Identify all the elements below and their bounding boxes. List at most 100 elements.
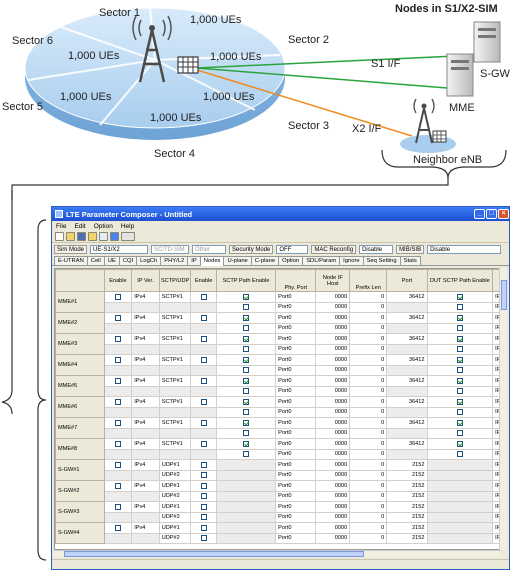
security-mode-select[interactable]: OFF <box>276 244 309 254</box>
prefix-cell[interactable]: 0 <box>349 385 388 397</box>
enable-cell[interactable] <box>103 396 133 408</box>
enable2-cell[interactable] <box>190 480 217 492</box>
phy-port-cell[interactable]: Port0 <box>275 480 317 492</box>
prefix-cell[interactable]: 0 <box>349 312 388 324</box>
enable-checkbox[interactable] <box>114 314 121 321</box>
minimize-button[interactable]: _ <box>474 209 485 219</box>
enable-cell[interactable] <box>103 354 133 366</box>
dut-sctp-cell[interactable] <box>426 427 494 439</box>
sctp-cell[interactable]: SCTP#1 <box>158 417 192 429</box>
port-cell[interactable]: 36412 <box>386 333 428 345</box>
enable-checkbox[interactable] <box>114 356 121 363</box>
dut-sctp-checkbox[interactable] <box>456 356 463 363</box>
phy-port-cell[interactable]: Port0 <box>275 364 317 376</box>
dut-sctp-checkbox[interactable] <box>456 398 463 405</box>
udp-cell[interactable]: UDP#2 <box>158 532 192 544</box>
phy-port-cell[interactable]: Port0 <box>275 532 317 544</box>
prefix-cell[interactable]: 0 <box>349 406 388 418</box>
dut-sctp-cell[interactable] <box>426 343 494 355</box>
dut-sctp-cell[interactable] <box>426 301 494 313</box>
menu-file[interactable]: File <box>56 223 66 230</box>
sctp-path-cell[interactable] <box>215 291 277 303</box>
sctp-cell[interactable]: SCTP#1 <box>158 438 192 450</box>
mib-sib-select[interactable]: Disable <box>427 244 502 254</box>
host-cell[interactable]: 0000 <box>315 354 351 366</box>
prefix-cell[interactable]: 0 <box>349 501 388 513</box>
ipver-cell[interactable]: IPv4 <box>131 312 160 324</box>
port-cell[interactable]: 2152 <box>386 480 428 492</box>
enable-checkbox[interactable] <box>114 482 121 489</box>
port-cell[interactable]: 36412 <box>386 438 428 450</box>
sctp-path-cell[interactable] <box>215 333 277 345</box>
prefix-cell[interactable]: 0 <box>349 522 388 534</box>
sctp-path-cell[interactable] <box>215 375 277 387</box>
tab-e-utran[interactable]: E-UTRAN <box>54 256 88 265</box>
dut-sctp-cell[interactable] <box>426 312 494 324</box>
dut-sctp-checkbox[interactable] <box>456 346 463 352</box>
mac-reconfig-select[interactable]: Disable <box>359 244 394 254</box>
enable2-cell[interactable] <box>190 333 217 345</box>
port-cell[interactable]: 2152 <box>386 532 428 544</box>
dut-sctp-checkbox[interactable] <box>456 440 463 447</box>
sctp-path-checkbox[interactable] <box>243 388 250 394</box>
host-cell[interactable]: 0000 <box>315 312 351 324</box>
phy-port-cell[interactable]: Port0 <box>275 343 317 355</box>
enable2-cell[interactable] <box>190 501 217 513</box>
vertical-scrollbar[interactable] <box>499 268 507 550</box>
port-cell[interactable]: 36412 <box>386 417 428 429</box>
export-icon[interactable] <box>88 232 97 241</box>
host-cell[interactable]: 0000 <box>315 469 351 481</box>
tab-logch[interactable]: LogCh <box>136 256 162 265</box>
dut-sctp-cell[interactable] <box>426 364 494 376</box>
enable2-checkbox[interactable] <box>200 356 207 363</box>
save-icon[interactable] <box>77 232 86 241</box>
prefix-cell[interactable]: 0 <box>349 511 388 523</box>
phy-port-cell[interactable]: Port0 <box>275 354 317 366</box>
host-cell[interactable]: 0000 <box>315 511 351 523</box>
tab-option[interactable]: Option <box>278 256 304 265</box>
enable-checkbox[interactable] <box>114 419 121 426</box>
enable-cell[interactable] <box>103 375 133 387</box>
dut-sctp-cell[interactable] <box>426 385 494 397</box>
sctp-path-checkbox[interactable] <box>243 325 250 331</box>
ipver-cell[interactable]: IPv4 <box>131 417 160 429</box>
enable-checkbox[interactable] <box>114 503 121 510</box>
sctp-path-checkbox[interactable] <box>243 409 250 415</box>
port-cell[interactable]: 2152 <box>386 469 428 481</box>
host-cell[interactable]: 0000 <box>315 438 351 450</box>
phy-port-cell[interactable]: Port0 <box>275 469 317 481</box>
host-cell[interactable]: 0000 <box>315 343 351 355</box>
udp-cell[interactable]: UDP#1 <box>158 522 192 534</box>
host-cell[interactable]: 0000 <box>315 427 351 439</box>
udp-cell[interactable]: UDP#1 <box>158 459 192 471</box>
enable-checkbox[interactable] <box>114 440 121 447</box>
sctp-path-cell[interactable] <box>215 301 277 313</box>
prefix-cell[interactable]: 0 <box>349 301 388 313</box>
dut-sctp-checkbox[interactable] <box>456 367 463 373</box>
enable2-cell[interactable] <box>190 291 217 303</box>
host-cell[interactable]: 0000 <box>315 301 351 313</box>
tab-ip[interactable]: IP <box>187 256 201 265</box>
dut-sctp-cell[interactable] <box>426 375 494 387</box>
enable2-checkbox[interactable] <box>200 493 207 499</box>
enable2-cell[interactable] <box>190 438 217 450</box>
phy-port-cell[interactable]: Port0 <box>275 333 317 345</box>
phy-port-cell[interactable]: Port0 <box>275 448 317 460</box>
sctp-path-checkbox[interactable] <box>243 430 250 436</box>
menu-help[interactable]: Help <box>121 223 134 230</box>
enable2-cell[interactable] <box>190 511 217 523</box>
tab-c-plane[interactable]: C-plane <box>250 256 280 265</box>
port-cell[interactable]: 36412 <box>386 375 428 387</box>
enable-checkbox[interactable] <box>114 524 121 531</box>
prefix-cell[interactable]: 0 <box>349 375 388 387</box>
enable2-checkbox[interactable] <box>200 461 207 468</box>
prefix-cell[interactable]: 0 <box>349 459 388 471</box>
dut-sctp-cell[interactable] <box>426 406 494 418</box>
port-cell[interactable]: 36412 <box>386 312 428 324</box>
port-cell[interactable]: 2152 <box>386 501 428 513</box>
prefix-cell[interactable]: 0 <box>349 364 388 376</box>
dut-sctp-checkbox[interactable] <box>456 451 463 457</box>
enable2-checkbox[interactable] <box>200 419 207 426</box>
enable-cell[interactable] <box>103 480 133 492</box>
dut-sctp-checkbox[interactable] <box>456 409 463 415</box>
